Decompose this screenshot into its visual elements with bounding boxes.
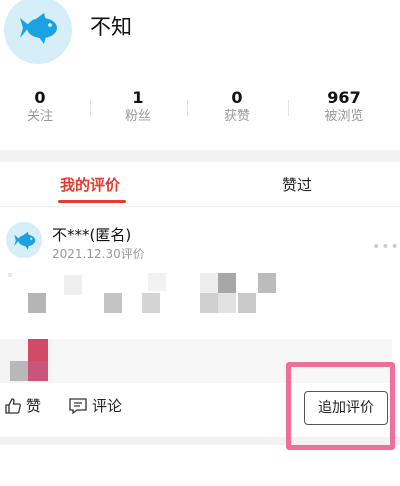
avatar[interactable] [4,0,72,64]
divider [187,100,188,116]
divider [288,100,289,116]
fish-icon [20,13,57,44]
stat-label: 被浏览 [324,109,364,124]
reviewer-name: 不***(匿名) [52,226,132,244]
stat-views[interactable]: 967 被浏览 [299,88,389,126]
comment-label: 评论 [92,397,123,415]
more-options-icon[interactable]: ••• [372,239,400,255]
highlight-frame [286,362,395,450]
reviewer-avatar[interactable] [6,222,42,258]
divider [90,100,91,116]
section-gap [0,150,400,162]
review-date: 2021.12.30评价 [52,247,145,261]
stats-row: 0 关注 1 粉丝 0 获赞 967 被浏览 [0,88,400,132]
like-button[interactable]: 赞 [4,395,41,416]
stat-likes-received[interactable]: 0 获赞 [192,88,282,126]
tab-my-reviews[interactable]: 我的评价 [60,174,120,195]
stat-value: 1 [132,88,144,107]
stat-followers[interactable]: 1 粉丝 [93,88,183,126]
comment-button[interactable]: 评论 [68,395,122,416]
like-label: 赞 [26,397,42,415]
stat-following[interactable]: 0 关注 [0,88,85,126]
stat-value: 0 [34,88,46,107]
comment-icon [69,397,87,414]
fish-icon [14,231,36,250]
stat-label: 获赞 [223,109,250,124]
stat-label: 粉丝 [124,109,151,124]
tab-liked[interactable]: 赞过 [282,174,312,195]
stat-value: 967 [327,88,361,107]
stat-label: 关注 [26,109,53,124]
tab-bar: 我的评价 赞过 [0,162,400,207]
username: 不知 [90,15,132,39]
thumbs-up-icon [5,397,21,414]
profile-header: 不知 0 关注 1 粉丝 0 获赞 967 被浏览 [0,0,400,150]
tab-active-indicator [58,200,126,203]
stat-value: 0 [231,88,243,107]
